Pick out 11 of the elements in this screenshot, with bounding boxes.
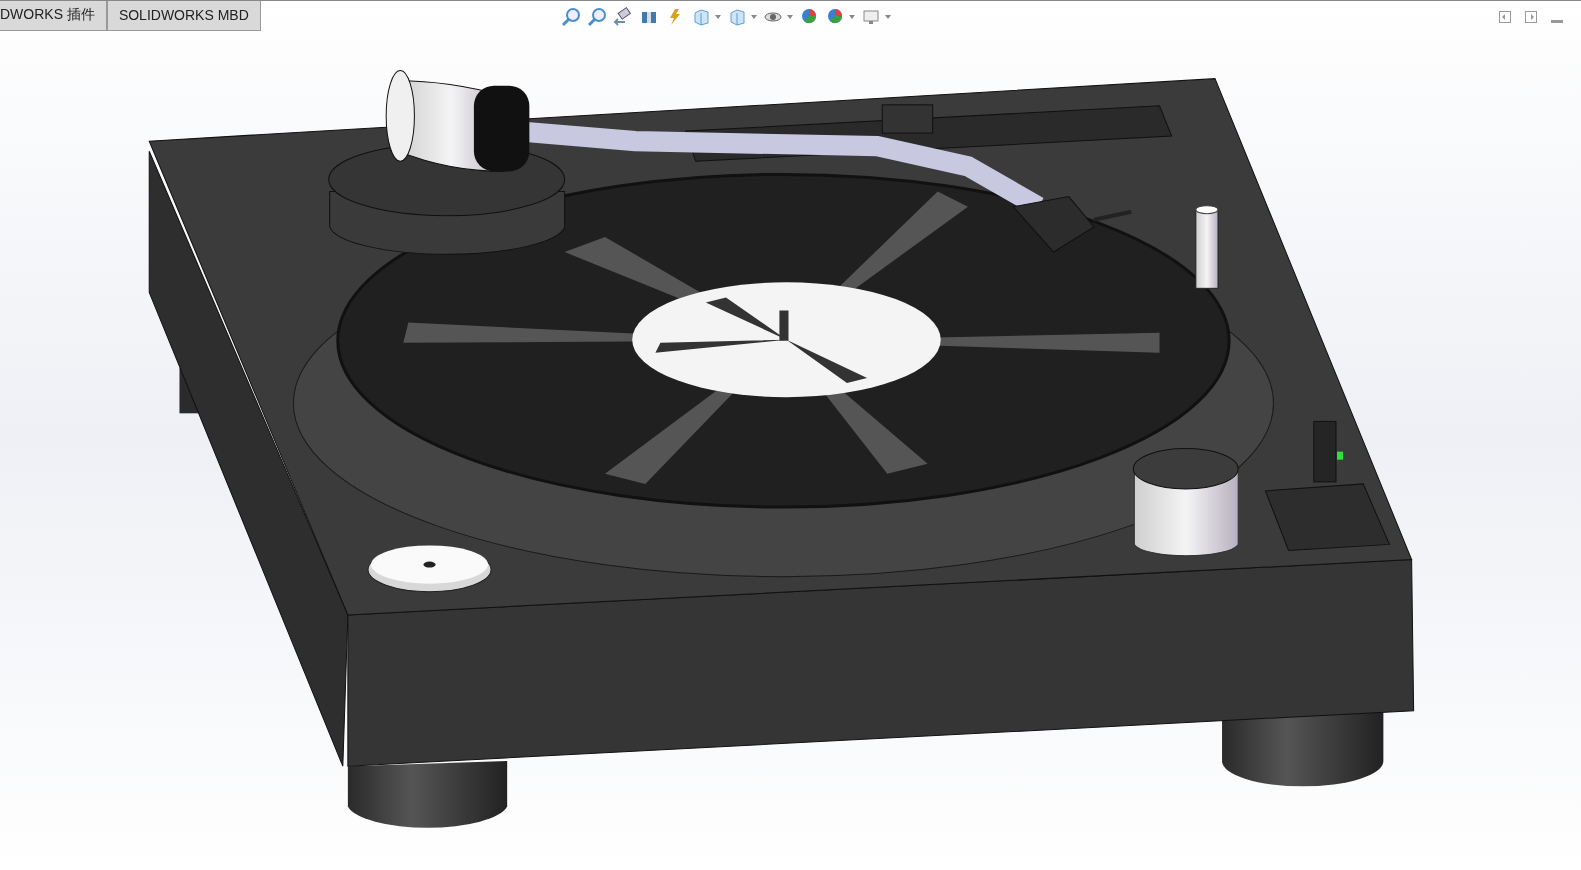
collapse-panel-icon[interactable] bbox=[1499, 11, 1511, 23]
caret-icon[interactable] bbox=[848, 15, 855, 19]
command-tab[interactable]: DWORKS 插件 bbox=[0, 1, 107, 31]
zoom-to-fit-icon[interactable] bbox=[560, 7, 581, 27]
caret-icon[interactable] bbox=[884, 15, 891, 19]
monitor-icon[interactable] bbox=[860, 7, 881, 27]
caret-icon[interactable] bbox=[714, 15, 721, 19]
expand-panel-icon[interactable] bbox=[1525, 11, 1537, 23]
command-tab[interactable]: SOLIDWORKS MBD bbox=[106, 1, 261, 31]
caret-icon[interactable] bbox=[750, 15, 757, 19]
caret-icon[interactable] bbox=[786, 15, 793, 19]
